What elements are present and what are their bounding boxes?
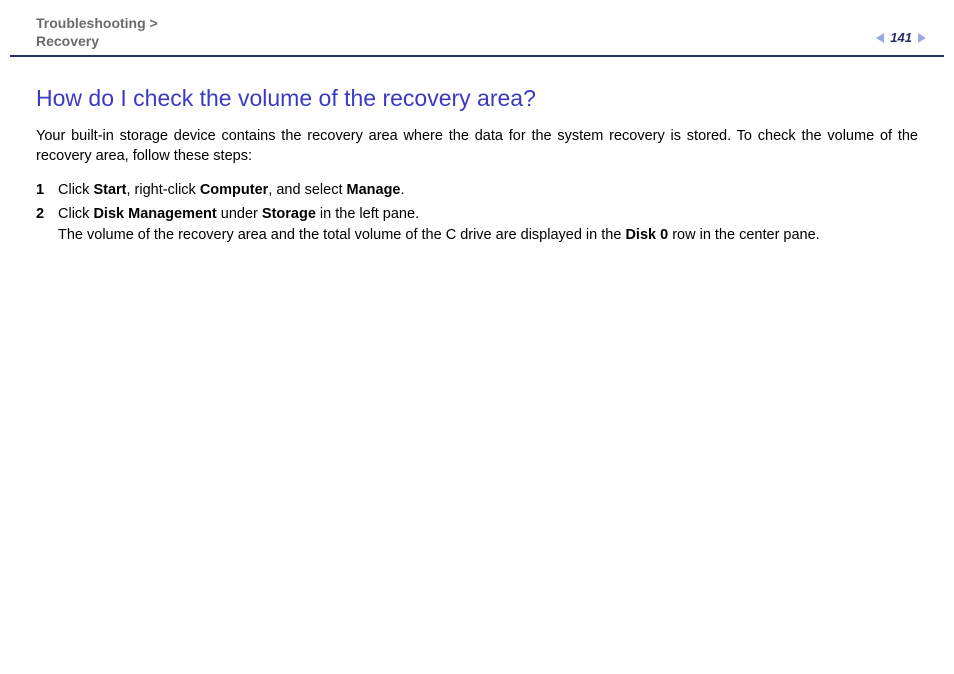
page-header: Troubleshooting > Recovery 141 (0, 0, 954, 55)
prev-page-icon[interactable] (876, 33, 884, 43)
step-text: Click (58, 206, 93, 222)
breadcrumb-separator: > (146, 15, 158, 31)
ui-label-manage: Manage (347, 182, 401, 198)
step-item: Click Start, right-click Computer, and s… (36, 180, 918, 201)
breadcrumb: Troubleshooting > Recovery (36, 14, 918, 50)
step-text: , and select (268, 182, 346, 198)
steps-list: Click Start, right-click Computer, and s… (36, 180, 918, 246)
page-title: How do I check the volume of the recover… (36, 85, 918, 112)
page-number: 141 (890, 30, 912, 45)
step-text: . (401, 182, 405, 198)
page-content: How do I check the volume of the recover… (0, 57, 954, 246)
step-text: Click (58, 182, 93, 198)
breadcrumb-line-2: Recovery (36, 32, 918, 50)
step-text: in the left pane. (316, 206, 419, 222)
ui-label-start: Start (93, 182, 126, 198)
intro-paragraph: Your built-in storage device contains th… (36, 126, 918, 166)
step-text: row in the center pane. (668, 227, 820, 243)
step-text: under (217, 206, 262, 222)
ui-label-disk0: Disk 0 (625, 227, 668, 243)
ui-label-computer: Computer (200, 182, 268, 198)
ui-label-disk-management: Disk Management (93, 206, 216, 222)
breadcrumb-line-1: Troubleshooting > (36, 14, 918, 32)
ui-label-storage: Storage (262, 206, 316, 222)
page-navigation: 141 (876, 30, 926, 45)
step-text: , right-click (127, 182, 200, 198)
step-item: Click Disk Management under Storage in t… (36, 204, 918, 246)
document-page: Troubleshooting > Recovery 141 How do I … (0, 0, 954, 674)
step-text: The volume of the recovery area and the … (58, 227, 625, 243)
breadcrumb-section[interactable]: Troubleshooting (36, 15, 146, 31)
breadcrumb-subsection[interactable]: Recovery (36, 33, 99, 49)
next-page-icon[interactable] (918, 33, 926, 43)
